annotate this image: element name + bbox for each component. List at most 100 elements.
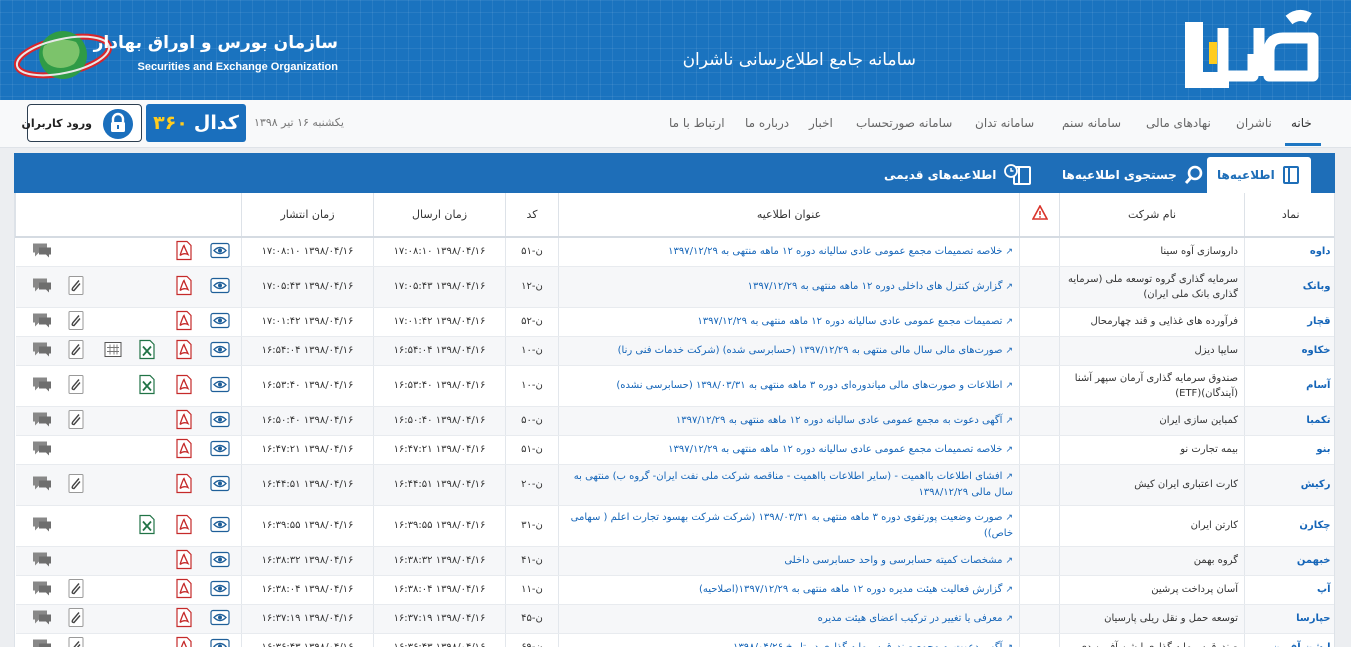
view-icon[interactable] xyxy=(210,475,230,494)
row-title[interactable]: ↗︎صورت‌های مالی سال مالی منتهی به ۱۳۹۷/۱… xyxy=(558,336,1020,366)
pdf-icon[interactable] xyxy=(176,549,192,572)
row-title[interactable]: ↗︎خلاصه تصمیمات مجمع عمومی عادی سالیانه … xyxy=(558,435,1020,465)
attachment-icon[interactable] xyxy=(67,635,85,647)
row-symbol[interactable]: بنو xyxy=(1244,435,1334,465)
row-title[interactable]: ↗︎مشخصات کمیته حسابرسی و واحد حسابرسی دا… xyxy=(558,546,1020,576)
view-icon[interactable] xyxy=(210,580,230,599)
nav-publishers[interactable]: ناشران xyxy=(1236,116,1272,130)
col-sent-time[interactable]: زمان ارسال xyxy=(373,193,506,238)
attachment-icon[interactable] xyxy=(67,606,85,631)
row-symbol[interactable]: آسام xyxy=(1244,365,1334,407)
row-symbol[interactable]: داوه xyxy=(1244,237,1334,267)
excel-icon[interactable] xyxy=(139,514,155,537)
row-title-text[interactable]: خلاصه تصمیمات مجمع عمومی عادی سالیانه دو… xyxy=(668,246,1002,257)
table-row[interactable]: چکارن کارتن ایران ↗︎صورت وضعیت پورتفوی دور… xyxy=(15,505,1334,547)
table-row[interactable]: حپارسا توسعه حمل و نقل ریلی پارسیان ↗︎معرف… xyxy=(15,604,1334,634)
attachment-icon[interactable] xyxy=(67,472,85,497)
codal360-button[interactable]: کدال ۳۶۰ xyxy=(146,104,246,142)
row-title[interactable]: ↗︎معرفی یا تغییر در ترکیب اعضای هیئت مدی… xyxy=(558,604,1020,634)
pdf-icon[interactable] xyxy=(176,636,192,647)
col-published-time[interactable]: زمان انتشار xyxy=(241,193,374,238)
attachment-icon[interactable] xyxy=(67,338,85,363)
row-title[interactable]: ↗︎اطلاعات و صورت‌های مالی میاندوره‌ای دو… xyxy=(558,365,1020,407)
comment-icon[interactable] xyxy=(30,241,54,262)
attachment-icon[interactable] xyxy=(67,577,85,602)
row-title-text[interactable]: آگهی دعوت به مجمع عمومی عادی سالیانه دور… xyxy=(676,415,1003,426)
table-row[interactable]: بنو بیمه تجارت نو ↗︎خلاصه تصمیمات مجمع عمو… xyxy=(15,435,1334,465)
table-row[interactable]: داوه داروسازی آوه سینا ↗︎خلاصه تصمیمات مجم… xyxy=(15,237,1334,267)
nav-invoice-system[interactable]: سامانه صورتحساب xyxy=(856,116,952,130)
pdf-icon[interactable] xyxy=(176,514,192,537)
row-symbol[interactable]: چکارن xyxy=(1244,505,1334,547)
view-icon[interactable] xyxy=(210,242,230,261)
tab-announcements[interactable]: اطلاعیه‌ها xyxy=(1207,157,1311,193)
tab-old-announcements[interactable]: اطلاعیه‌های قدیمی xyxy=(884,157,1034,193)
attachment-icon[interactable] xyxy=(67,309,85,334)
nav-home[interactable]: خانه xyxy=(1291,116,1312,130)
row-title-text[interactable]: گزارش کنترل های داخلی دوره ۱۲ ماهه منتهی… xyxy=(748,281,1003,292)
comment-icon[interactable] xyxy=(30,311,54,332)
row-symbol[interactable]: خبهمن xyxy=(1244,546,1334,576)
tab-search[interactable]: جستجوی اطلاعیه‌ها xyxy=(1062,157,1205,193)
table-row[interactable]: قچار فرآورده های غذایی و قند چهارمحال ↗︎تص… xyxy=(15,307,1334,337)
codal-logo-icon[interactable] xyxy=(1183,8,1323,90)
pdf-icon[interactable] xyxy=(176,240,192,263)
table-row[interactable]: آسام صندوق سرمایه گذاری آرمان سپهر آشنا (… xyxy=(15,365,1334,407)
pdf-icon[interactable] xyxy=(176,438,192,461)
col-code[interactable]: کد xyxy=(505,193,559,238)
row-title[interactable]: ↗︎صورت وضعیت پورتفوی دوره ۳ ماهه منتهی ب… xyxy=(558,505,1020,547)
row-symbol[interactable]: تکمبا xyxy=(1244,406,1334,436)
attachment-icon[interactable] xyxy=(67,373,85,398)
nav-financial-institutions[interactable]: نهادهای مالی xyxy=(1146,116,1211,130)
comment-icon[interactable] xyxy=(30,474,54,495)
row-title[interactable]: ↗︎آگهی دعوت به مجمع عمومی عادی سالیانه د… xyxy=(558,406,1020,436)
excel-icon[interactable] xyxy=(139,339,155,362)
row-symbol[interactable]: ایشن آفرین xyxy=(1244,633,1334,647)
col-title[interactable]: عنوان اطلاعیه xyxy=(558,193,1020,238)
table-row[interactable]: ایشن آفرینصندوق سرمایه گذاری ایشن آفرین … xyxy=(15,633,1334,647)
row-title-text[interactable]: صورت وضعیت پورتفوی دوره ۳ ماهه منتهی به … xyxy=(571,512,1013,539)
comment-icon[interactable] xyxy=(30,579,54,600)
nav-contact[interactable]: ارتباط با ما xyxy=(669,116,725,130)
attachment-icon[interactable] xyxy=(67,408,85,433)
table-row[interactable]: وبانک سرمایه گذاری گروه توسعه ملی (سرمایه… xyxy=(15,266,1334,308)
row-symbol[interactable]: آپ xyxy=(1244,575,1334,605)
row-title-text[interactable]: معرفی یا تغییر در ترکیب اعضای هیئت مدیره xyxy=(818,613,1003,624)
comment-icon[interactable] xyxy=(30,375,54,396)
nav-about[interactable]: درباره ما xyxy=(745,116,789,130)
comment-icon[interactable] xyxy=(30,340,54,361)
view-icon[interactable] xyxy=(210,376,230,395)
pdf-icon[interactable] xyxy=(176,339,192,362)
view-icon[interactable] xyxy=(210,277,230,296)
view-icon[interactable] xyxy=(210,609,230,628)
row-title-text[interactable]: خلاصه تصمیمات مجمع عمومی عادی سالیانه دو… xyxy=(668,444,1002,455)
login-button[interactable]: ورود کاربران xyxy=(22,104,142,142)
view-icon[interactable] xyxy=(210,440,230,459)
xbrl-icon[interactable] xyxy=(104,339,122,362)
row-symbol[interactable]: قچار xyxy=(1244,307,1334,337)
table-row[interactable]: آپ آسان پرداخت پرشین ↗︎گزارش فعالیت هیئت م… xyxy=(15,575,1334,605)
row-title[interactable]: ↗︎آگهی دعوت به مجمع صندوق سرمایه گذاری د… xyxy=(558,633,1020,647)
row-title-text[interactable]: صورت‌های مالی سال مالی منتهی به ۱۳۹۷/۱۲/… xyxy=(618,345,1003,356)
row-title-text[interactable]: گزارش فعالیت هیئت مدیره دوره ۱۲ ماهه منت… xyxy=(699,584,1002,595)
comment-icon[interactable] xyxy=(30,276,54,297)
excel-icon[interactable] xyxy=(139,374,155,397)
nav-senam[interactable]: سامانه سنم xyxy=(1062,116,1121,130)
row-symbol[interactable]: وبانک xyxy=(1244,266,1334,308)
row-symbol[interactable]: خکاوه xyxy=(1244,336,1334,366)
row-symbol[interactable]: رکیش xyxy=(1244,464,1334,506)
row-title-text[interactable]: مشخصات کمیته حسابرسی و واحد حسابرسی داخل… xyxy=(784,555,1002,566)
nav-tedan[interactable]: سامانه تدان xyxy=(975,116,1034,130)
view-icon[interactable] xyxy=(210,638,230,647)
pdf-icon[interactable] xyxy=(176,310,192,333)
row-title-text[interactable]: افشای اطلاعات بااهمیت - (سایر اطلاعات با… xyxy=(574,471,1013,498)
table-row[interactable]: رکیش کارت اعتباری ایران کیش ↗︎افشای اطلاعا… xyxy=(15,464,1334,506)
view-icon[interactable] xyxy=(210,341,230,360)
row-title[interactable]: ↗︎خلاصه تصمیمات مجمع عمومی عادی سالیانه … xyxy=(558,237,1020,267)
attachment-icon[interactable] xyxy=(67,274,85,299)
pdf-icon[interactable] xyxy=(176,607,192,630)
nav-news[interactable]: اخبار xyxy=(809,116,833,130)
pdf-icon[interactable] xyxy=(176,275,192,298)
row-title-text[interactable]: آگهی دعوت به مجمع صندوق سرمایه گذاری در … xyxy=(733,642,1002,647)
comment-icon[interactable] xyxy=(30,515,54,536)
